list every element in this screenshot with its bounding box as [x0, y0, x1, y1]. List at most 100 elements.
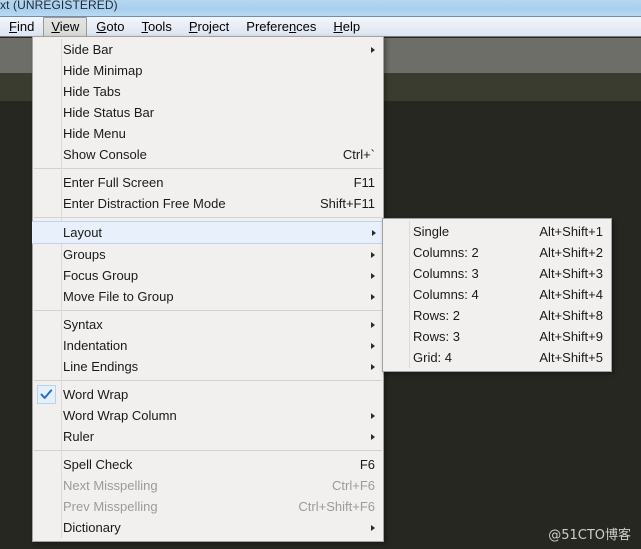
menu-item-label: Columns: 2	[413, 245, 479, 260]
menu-item-shortcut: Ctrl+Shift+F6	[298, 499, 375, 514]
menu-item-focus-group[interactable]: Focus Group	[33, 265, 383, 286]
menu-item-label: Enter Distraction Free Mode	[63, 196, 226, 211]
menubar-item-view[interactable]: View	[43, 16, 88, 37]
submenu-arrow-icon	[371, 433, 375, 440]
menu-item-ruler[interactable]: Ruler	[33, 426, 383, 447]
menu-item-grid-4[interactable]: Grid: 4 Alt+Shift+5	[383, 347, 611, 368]
menu-separator	[34, 168, 382, 169]
menu-item-label: Columns: 4	[413, 287, 479, 302]
menubar-item-label: Project	[188, 18, 230, 34]
menu-item-move-file-to-group[interactable]: Move File to Group	[33, 286, 383, 307]
submenu-arrow-icon	[372, 229, 376, 236]
menu-item-rows-2[interactable]: Rows: 2 Alt+Shift+8	[383, 305, 611, 326]
menu-item-shortcut: Alt+Shift+1	[539, 224, 603, 239]
menu-item-shortcut: Alt+Shift+3	[539, 266, 603, 281]
menu-item-word-wrap[interactable]: Word Wrap	[33, 384, 383, 405]
submenu-arrow-icon	[371, 321, 375, 328]
checkmark-icon	[37, 385, 56, 404]
menu-item-groups[interactable]: Groups	[33, 244, 383, 265]
menu-item-show-console[interactable]: Show Console Ctrl+`	[33, 144, 383, 165]
menu-item-dictionary[interactable]: Dictionary	[33, 517, 383, 538]
menu-item-label: Focus Group	[63, 268, 139, 283]
view-dropdown-menu: Side Bar Hide Minimap Hide Tabs Hide Status…	[32, 36, 384, 542]
menu-item-label: Groups	[63, 247, 106, 262]
menu-item-label: Word Wrap	[63, 387, 129, 402]
menubar-item-label: Tools	[141, 18, 172, 34]
menu-item-columns-3[interactable]: Columns: 3 Alt+Shift+3	[383, 263, 611, 284]
menu-separator	[34, 380, 382, 381]
submenu-arrow-icon	[371, 251, 375, 258]
menu-item-spell-check[interactable]: Spell Check F6	[33, 454, 383, 475]
menubar-item-goto[interactable]: Goto	[88, 17, 132, 37]
menu-bar: Find View Goto Tools Project Preferences Help	[0, 16, 641, 37]
menu-item-line-endings[interactable]: Line Endings	[33, 356, 383, 377]
menu-item-shortcut: Alt+Shift+5	[539, 350, 603, 365]
menu-item-hide-minimap[interactable]: Hide Minimap	[33, 60, 383, 81]
menu-item-layout[interactable]: Layout	[32, 221, 384, 244]
menu-item-label: Hide Minimap	[63, 63, 143, 78]
menu-item-label: Rows: 2	[413, 308, 460, 323]
menubar-item-label: Help	[333, 18, 361, 34]
menu-item-indentation[interactable]: Indentation	[33, 335, 383, 356]
menu-item-shortcut: Alt+Shift+4	[539, 287, 603, 302]
menu-item-shortcut: Alt+Shift+9	[539, 329, 603, 344]
menu-item-label: Word Wrap Column	[63, 408, 177, 423]
menu-item-syntax[interactable]: Syntax	[33, 314, 383, 335]
menubar-item-preferences[interactable]: Preferences	[238, 17, 324, 37]
menu-item-label: Hide Status Bar	[63, 105, 155, 120]
menu-item-label: Dictionary	[63, 520, 121, 535]
submenu-arrow-icon	[371, 342, 375, 349]
menu-item-shortcut: Ctrl+`	[342, 147, 375, 162]
menu-separator	[34, 217, 382, 218]
submenu-arrow-icon	[371, 293, 375, 300]
submenu-arrow-icon	[371, 363, 375, 370]
window-title-bar: xt (UNREGISTERED)	[0, 0, 641, 17]
menu-item-shortcut: F11	[353, 175, 375, 190]
submenu-arrow-icon	[371, 46, 375, 53]
menu-item-rows-3[interactable]: Rows: 3 Alt+Shift+9	[383, 326, 611, 347]
menu-item-shortcut: Alt+Shift+8	[539, 308, 603, 323]
menu-item-label: Show Console	[63, 147, 147, 162]
menu-item-label: Rows: 3	[413, 329, 460, 344]
menu-item-label: Line Endings	[63, 359, 139, 374]
menu-item-single[interactable]: Single Alt+Shift+1	[383, 221, 611, 242]
menubar-item-label: View	[51, 18, 80, 34]
menu-separator	[34, 450, 382, 451]
menu-item-label: Columns: 3	[413, 266, 479, 281]
menu-item-hide-tabs[interactable]: Hide Tabs	[33, 81, 383, 102]
submenu-arrow-icon	[371, 412, 375, 419]
menu-separator	[34, 310, 382, 311]
menu-item-columns-4[interactable]: Columns: 4 Alt+Shift+4	[383, 284, 611, 305]
menu-item-enter-full-screen[interactable]: Enter Full Screen F11	[33, 172, 383, 193]
menu-item-label: Enter Full Screen	[63, 175, 164, 190]
menu-item-label: Ruler	[63, 429, 95, 444]
menu-item-shortcut: Shift+F11	[319, 196, 375, 211]
menubar-item-tools[interactable]: Tools	[133, 17, 179, 37]
menubar-item-label: Goto	[96, 18, 125, 34]
watermark-text: @51CTO博客	[548, 528, 631, 543]
menu-item-label: Prev Misspelling	[63, 499, 158, 514]
menu-item-label: Single	[413, 224, 450, 239]
menu-item-enter-distraction-free-mode[interactable]: Enter Distraction Free Mode Shift+F11	[33, 193, 383, 214]
menu-item-hide-menu[interactable]: Hide Menu	[33, 123, 383, 144]
menu-item-label: Syntax	[63, 317, 103, 332]
menu-item-shortcut: F6	[359, 457, 375, 472]
menu-item-label: Spell Check	[63, 457, 133, 472]
menu-item-hide-status-bar[interactable]: Hide Status Bar	[33, 102, 383, 123]
submenu-arrow-icon	[371, 272, 375, 279]
menu-item-side-bar[interactable]: Side Bar	[33, 39, 383, 60]
submenu-arrow-icon	[371, 524, 375, 531]
menubar-item-help[interactable]: Help	[325, 17, 368, 37]
menubar-item-label: Preferences	[246, 18, 317, 34]
menu-item-word-wrap-column[interactable]: Word Wrap Column	[33, 405, 383, 426]
menu-item-label: Move File to Group	[63, 289, 174, 304]
menu-item-label: Hide Tabs	[63, 84, 121, 99]
menu-item-columns-2[interactable]: Columns: 2 Alt+Shift+2	[383, 242, 611, 263]
menubar-item-find[interactable]: Find	[1, 17, 42, 37]
menu-item-label: Hide Menu	[63, 126, 126, 141]
menubar-item-label: Find	[9, 18, 35, 34]
menubar-item-project[interactable]: Project	[181, 17, 237, 37]
menu-item-prev-misspelling: Prev Misspelling Ctrl+Shift+F6	[33, 496, 383, 517]
menu-item-label: Indentation	[63, 338, 128, 353]
layout-submenu: Single Alt+Shift+1 Columns: 2 Alt+Shift+2 Co…	[382, 218, 612, 372]
